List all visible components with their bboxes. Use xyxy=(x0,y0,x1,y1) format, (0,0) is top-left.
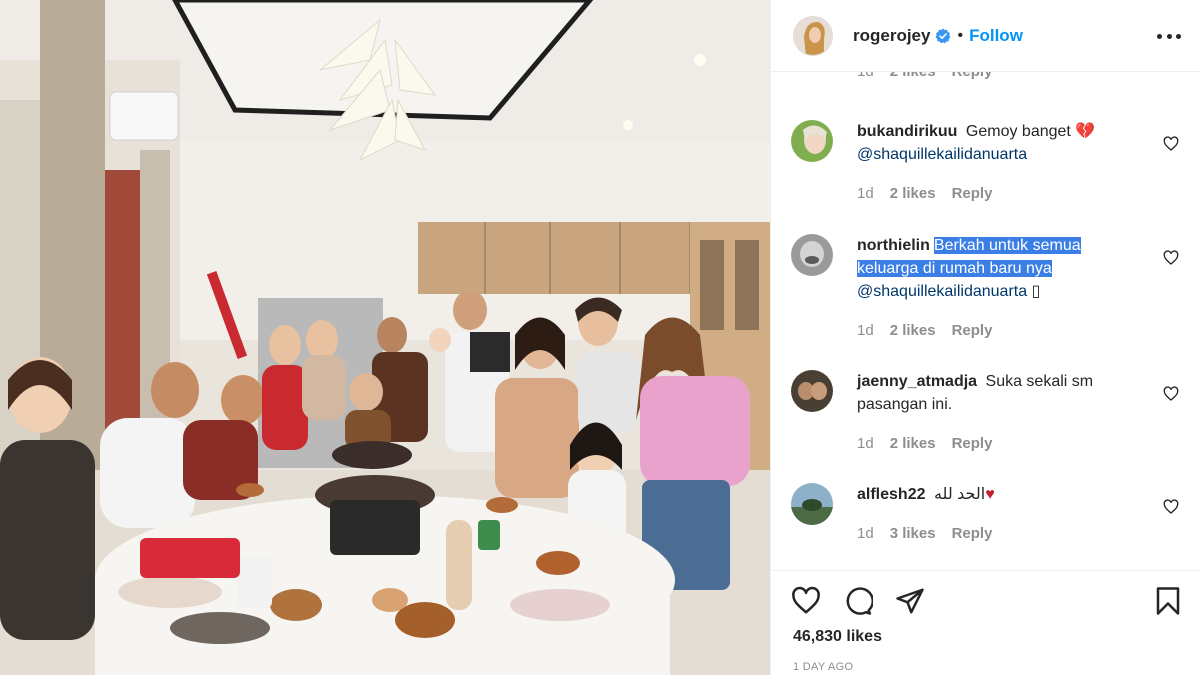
small-heart-icon[interactable] xyxy=(1163,250,1179,266)
mention-link[interactable]: @shaquillekailidanuarta xyxy=(857,283,1027,300)
comment-likes[interactable]: 2 likes xyxy=(890,322,936,339)
reply-button[interactable]: Reply xyxy=(952,525,993,542)
comment-likes[interactable]: 3 likes xyxy=(890,525,936,542)
verified-badge-icon xyxy=(935,28,951,43)
comment-text: alflesh22 الحد لله♥ xyxy=(857,483,1127,506)
comment-time: 1d xyxy=(857,435,874,452)
comment-username[interactable]: alflesh22 xyxy=(857,486,925,503)
comment-time: 1d xyxy=(857,322,874,339)
comment-username[interactable]: northielin xyxy=(857,237,930,254)
comment-likes[interactable]: 2 likes xyxy=(890,185,936,202)
mention-link[interactable]: @shaquillekailidanuarta xyxy=(857,146,1027,163)
comment-time: 1d xyxy=(857,525,874,542)
reply-button[interactable]: Reply xyxy=(952,322,993,339)
heart-icon[interactable] xyxy=(791,586,821,616)
commenter-avatar[interactable] xyxy=(791,120,833,162)
comment-likes[interactable]: 2 likes xyxy=(890,72,936,80)
broken-heart-emoji: 💔 xyxy=(1075,123,1096,140)
dot-icon xyxy=(1176,33,1181,39)
partial-comment-meta: 1d 2 likes Reply xyxy=(857,72,1008,90)
author-username[interactable]: rogerojey xyxy=(853,26,930,46)
comment-text: bukandirikuu Gemoy banget 💔 @shaquilleka… xyxy=(857,120,1127,166)
comments-list[interactable]: 1d 2 likes Reply bukandirikuu Gemoy bang… xyxy=(771,72,1200,570)
post-actions xyxy=(771,570,1200,675)
dot-icon xyxy=(1157,33,1162,39)
separator-dot: • xyxy=(957,26,964,44)
comment-text: jaenny_atmadja Suka sekali sm pasangan i… xyxy=(857,370,1127,416)
commenter-avatar[interactable] xyxy=(791,370,833,412)
comment-text: northielin Berkah untuk semua keluarga di… xyxy=(857,234,1127,303)
comment-content: الحد لله xyxy=(933,486,986,503)
post-time: 1 DAY AGO xyxy=(793,661,854,673)
red-heart-emoji: ♥ xyxy=(985,486,995,503)
reply-button[interactable]: Reply xyxy=(952,435,993,452)
small-heart-icon[interactable] xyxy=(1163,386,1179,402)
selected-text: keluarga di rumah baru nya xyxy=(857,260,1052,277)
dot-icon xyxy=(1166,33,1172,39)
comment-icon[interactable] xyxy=(843,586,873,616)
commenter-avatar[interactable] xyxy=(791,483,833,525)
small-heart-icon[interactable] xyxy=(1163,136,1179,152)
comment-likes[interactable]: 2 likes xyxy=(890,435,936,452)
likes-count[interactable]: 46,830 likes xyxy=(793,628,882,646)
post-header: rogerojey • Follow xyxy=(771,0,1200,72)
author-avatar[interactable] xyxy=(793,15,833,56)
reply-button[interactable]: Reply xyxy=(952,185,993,202)
selected-text: Berkah untuk semua xyxy=(933,237,1081,254)
bookmark-icon[interactable] xyxy=(1153,586,1183,616)
comment-time: 1d xyxy=(857,72,874,80)
family-dinner-photo xyxy=(0,0,770,675)
reply-button[interactable]: Reply xyxy=(952,72,993,80)
follow-button[interactable]: Follow xyxy=(969,26,1023,46)
more-options-icon[interactable] xyxy=(1157,24,1181,48)
comment-username[interactable]: bukandirikuu xyxy=(857,123,957,140)
emoji-glyph: ▯ xyxy=(1031,283,1041,300)
comment-time: 1d xyxy=(857,185,874,202)
post-sidebar: rogerojey • Follow 1d 2 likes Reply xyxy=(770,0,1200,675)
post-photo[interactable] xyxy=(0,0,770,675)
comment-username[interactable]: jaenny_atmadja xyxy=(857,373,977,390)
share-icon[interactable] xyxy=(895,586,925,616)
commenter-avatar[interactable] xyxy=(791,234,833,276)
small-heart-icon[interactable] xyxy=(1163,499,1179,515)
comment-content: Gemoy banget xyxy=(965,123,1071,140)
